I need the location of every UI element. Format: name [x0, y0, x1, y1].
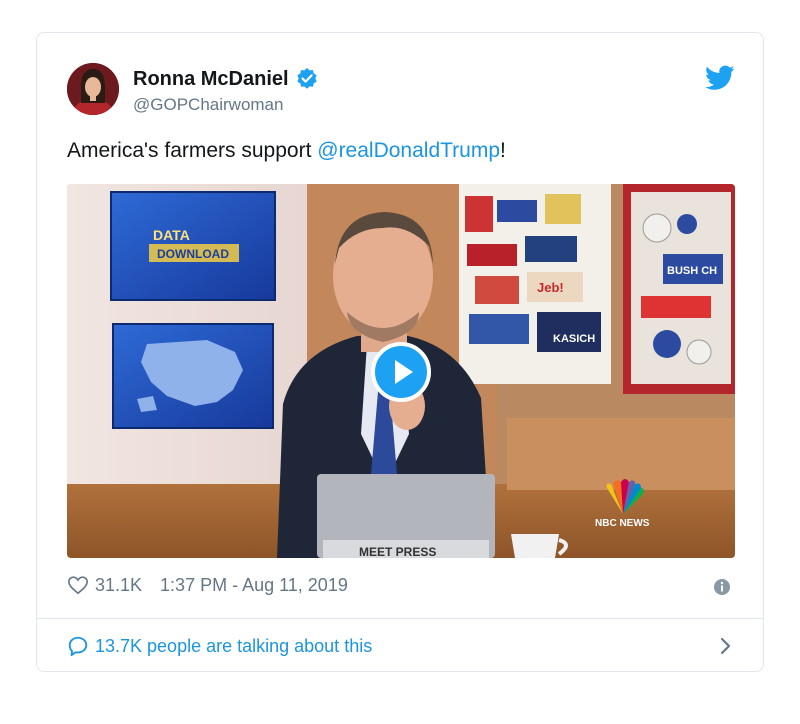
like-count[interactable]: 31.1K — [95, 575, 142, 596]
data-label: DATA — [153, 227, 190, 243]
play-button[interactable] — [371, 342, 431, 402]
tweet-text-prefix: America's farmers support — [67, 139, 318, 162]
verified-badge-icon — [295, 67, 319, 91]
download-label: DOWNLOAD — [157, 247, 229, 261]
author-name[interactable]: Ronna McDaniel — [133, 68, 289, 91]
talking-count-label[interactable]: 13.7K people are talking about this — [95, 636, 372, 657]
tweet-meta: 31.1K 1:37 PM - Aug 11, 2019 — [67, 574, 348, 596]
author-name-row[interactable]: Ronna McDaniel — [133, 67, 319, 91]
nbc-news-label: NBC NEWS — [595, 518, 650, 529]
tweet-text-suffix: ! — [500, 139, 506, 162]
author-handle[interactable]: @GOPChairwoman — [133, 95, 283, 115]
sign-bush-label: BUSH CH — [667, 265, 717, 277]
twitter-bird-icon[interactable] — [705, 65, 735, 91]
avatar[interactable] — [67, 63, 119, 115]
chevron-right-icon[interactable] — [715, 635, 735, 657]
tweet-text: America's farmers support @realDonaldTru… — [67, 139, 506, 163]
video-thumbnail[interactable]: DATA DOWNLOAD Jeb! KASICH BUSH CH NBC NE… — [67, 184, 735, 558]
play-icon — [371, 342, 431, 402]
mention-link[interactable]: @realDonaldTrump — [317, 139, 500, 162]
info-icon[interactable] — [713, 578, 731, 596]
divider — [37, 618, 763, 619]
speech-bubble-icon — [68, 636, 88, 657]
poster-jeb-label: Jeb! — [537, 280, 564, 295]
laptop-label: MEET PRESS — [359, 545, 436, 558]
conversation-link[interactable]: 13.7K people are talking about this — [67, 631, 735, 661]
heart-icon[interactable] — [67, 574, 89, 596]
poster-kasich-label: KASICH — [553, 333, 595, 345]
timestamp[interactable]: 1:37 PM - Aug 11, 2019 — [160, 575, 348, 596]
tweet-card[interactable]: Ronna McDaniel @GOPChairwoman America's … — [36, 32, 764, 672]
